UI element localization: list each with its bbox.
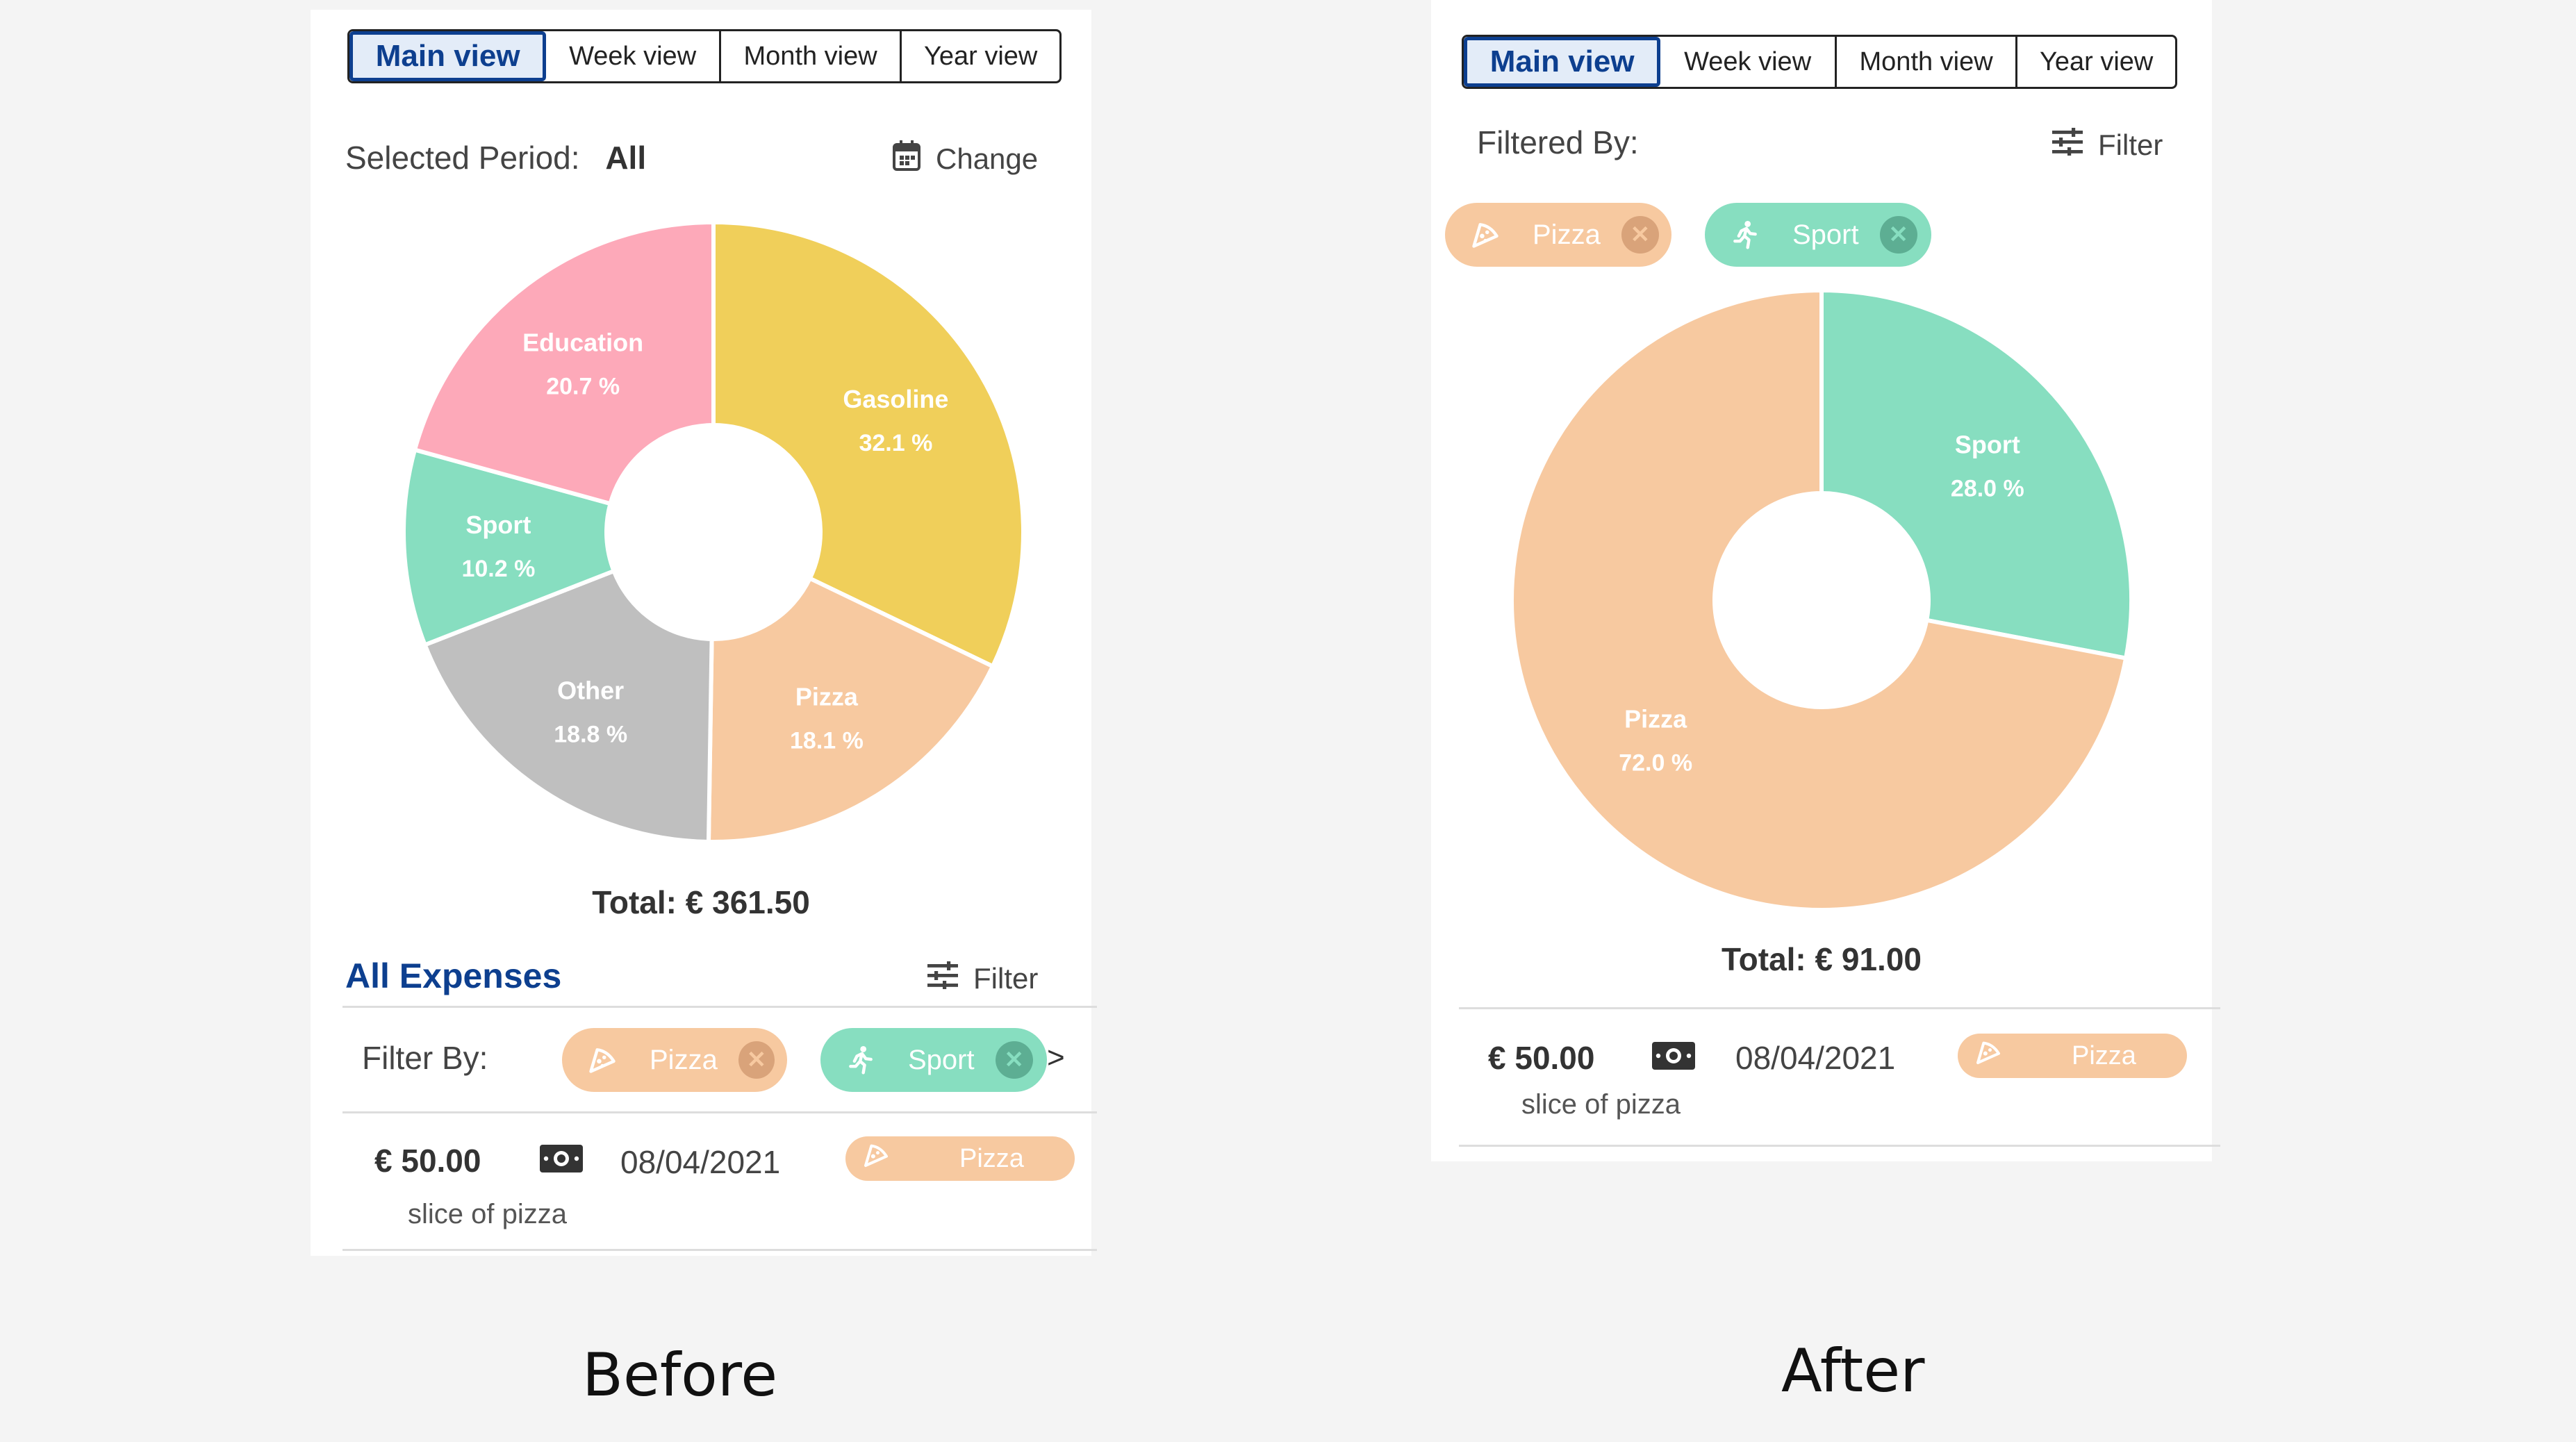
filter-label: Filter xyxy=(2098,129,2163,161)
filter-chip-pizza[interactable]: Pizza ✕ xyxy=(1445,203,1671,267)
slice-education[interactable] xyxy=(412,219,716,506)
after-caption: After xyxy=(1781,1336,1925,1406)
slice-label-education: Education xyxy=(522,328,643,356)
chip-label: Pizza xyxy=(1533,219,1601,250)
total-amount: Total: € 361.50 xyxy=(592,884,810,920)
slice-label-gasoline: Gasoline xyxy=(843,385,948,413)
remove-chip-icon[interactable]: ✕ xyxy=(738,1041,775,1079)
view-tabs: Main view Week view Month view Year view xyxy=(347,29,1062,83)
slice-value-sport: 28.0 % xyxy=(1951,475,2024,502)
slice-label-sport: Sport xyxy=(465,511,531,539)
divider xyxy=(342,1006,1097,1008)
tab-main-view[interactable]: Main view xyxy=(1464,37,1661,87)
expense-date: 08/04/2021 xyxy=(620,1144,781,1180)
slice-value-other: 18.8 % xyxy=(554,722,627,748)
expense-category-label: Pizza xyxy=(959,1143,1024,1173)
expense-category-tag: Pizza xyxy=(845,1136,1075,1181)
remove-chip-icon[interactable]: ✕ xyxy=(995,1041,1033,1079)
filter-label: Filter xyxy=(973,962,1039,995)
running-icon xyxy=(845,1045,876,1075)
slice-value-gasoline: 32.1 % xyxy=(859,430,932,456)
slice-value-sport: 10.2 % xyxy=(461,556,535,582)
slice-label-sport: Sport xyxy=(1955,430,2020,458)
divider xyxy=(342,1249,1097,1251)
expense-date: 08/04/2021 xyxy=(1735,1040,1896,1076)
filter-chip-pizza[interactable]: Pizza ✕ xyxy=(562,1028,787,1092)
calendar-icon xyxy=(893,140,920,178)
view-tabs: Main view Week view Month view Year view xyxy=(1462,35,2177,89)
slice-sport[interactable] xyxy=(1819,288,2133,661)
slice-label-pizza: Pizza xyxy=(1624,705,1687,734)
filter-chip-sport[interactable]: Sport ✕ xyxy=(1705,203,1931,267)
tab-month-view[interactable]: Month view xyxy=(1837,37,2018,87)
filter-button[interactable]: Filter xyxy=(2052,128,2163,163)
slice-value-education: 20.7 % xyxy=(546,373,620,399)
sliders-icon xyxy=(927,961,958,996)
before-panel: Main view Week view Month view Year view… xyxy=(311,10,1097,1256)
cash-icon xyxy=(1652,1042,1695,1073)
expense-amount: € 50.00 xyxy=(1488,1040,1595,1076)
tab-year-view[interactable]: Year view xyxy=(2017,37,2175,87)
selected-period-value: All xyxy=(605,140,647,176)
all-expenses-title: All Expenses xyxy=(345,956,562,995)
change-label: Change xyxy=(936,142,1039,175)
filtered-donut-chart: Sport 28.0 % Pizza 72.0 % xyxy=(1510,288,2133,912)
slice-label-pizza: Pizza xyxy=(795,683,859,711)
remove-chip-icon[interactable]: ✕ xyxy=(1879,216,1917,254)
chip-label: Sport xyxy=(1792,219,1859,250)
pizza-icon xyxy=(1974,1038,2002,1073)
before-caption: Before xyxy=(582,1341,778,1410)
divider xyxy=(1459,1145,2220,1147)
selected-period: Selected Period: All xyxy=(345,139,646,176)
total-amount: Total: € 91.00 xyxy=(1721,941,1922,977)
expense-category-tag: Pizza xyxy=(1958,1034,2187,1078)
expense-description: slice of pizza xyxy=(1521,1089,1681,1120)
slice-value-pizza: 18.1 % xyxy=(790,728,864,754)
scroll-chips-icon[interactable]: > xyxy=(1047,1041,1065,1075)
selected-period-label: Selected Period: xyxy=(345,140,580,176)
expense-amount: € 50.00 xyxy=(374,1143,481,1179)
slice-label-other: Other xyxy=(557,677,624,705)
filter-chip-sport[interactable]: Sport ✕ xyxy=(820,1028,1047,1092)
slice-value-pizza: 72.0 % xyxy=(1619,750,1692,777)
filter-button[interactable]: Filter xyxy=(927,961,1038,996)
remove-chip-icon[interactable]: ✕ xyxy=(1621,216,1659,254)
cash-icon xyxy=(540,1145,583,1176)
expense-category-label: Pizza xyxy=(2072,1041,2136,1070)
chip-label: Pizza xyxy=(650,1044,718,1075)
tab-month-view[interactable]: Month view xyxy=(721,31,902,81)
tab-main-view[interactable]: Main view xyxy=(349,31,547,81)
after-panel: Main view Week view Month view Year view… xyxy=(1431,0,2220,1161)
expense-donut-chart: Gasoline 32.1 % Pizza 18.1 % Other 18.8 % Spor… xyxy=(402,219,1025,844)
filtered-by-label: Filtered By: xyxy=(1477,124,1639,160)
chip-label: Sport xyxy=(908,1044,975,1075)
filter-by-label: Filter By: xyxy=(362,1040,488,1076)
pizza-icon xyxy=(1470,219,1501,250)
tab-week-view[interactable]: Week view xyxy=(546,31,721,81)
divider xyxy=(1459,1007,2220,1009)
change-period-button[interactable]: Change xyxy=(893,140,1038,178)
tab-week-view[interactable]: Week view xyxy=(1660,37,1837,87)
pizza-icon xyxy=(862,1141,890,1176)
expense-description: slice of pizza xyxy=(408,1199,567,1229)
tab-year-view[interactable]: Year view xyxy=(902,31,1059,81)
sliders-icon xyxy=(2052,128,2083,163)
pizza-icon xyxy=(587,1045,618,1075)
running-icon xyxy=(1730,219,1760,250)
divider xyxy=(342,1111,1097,1113)
